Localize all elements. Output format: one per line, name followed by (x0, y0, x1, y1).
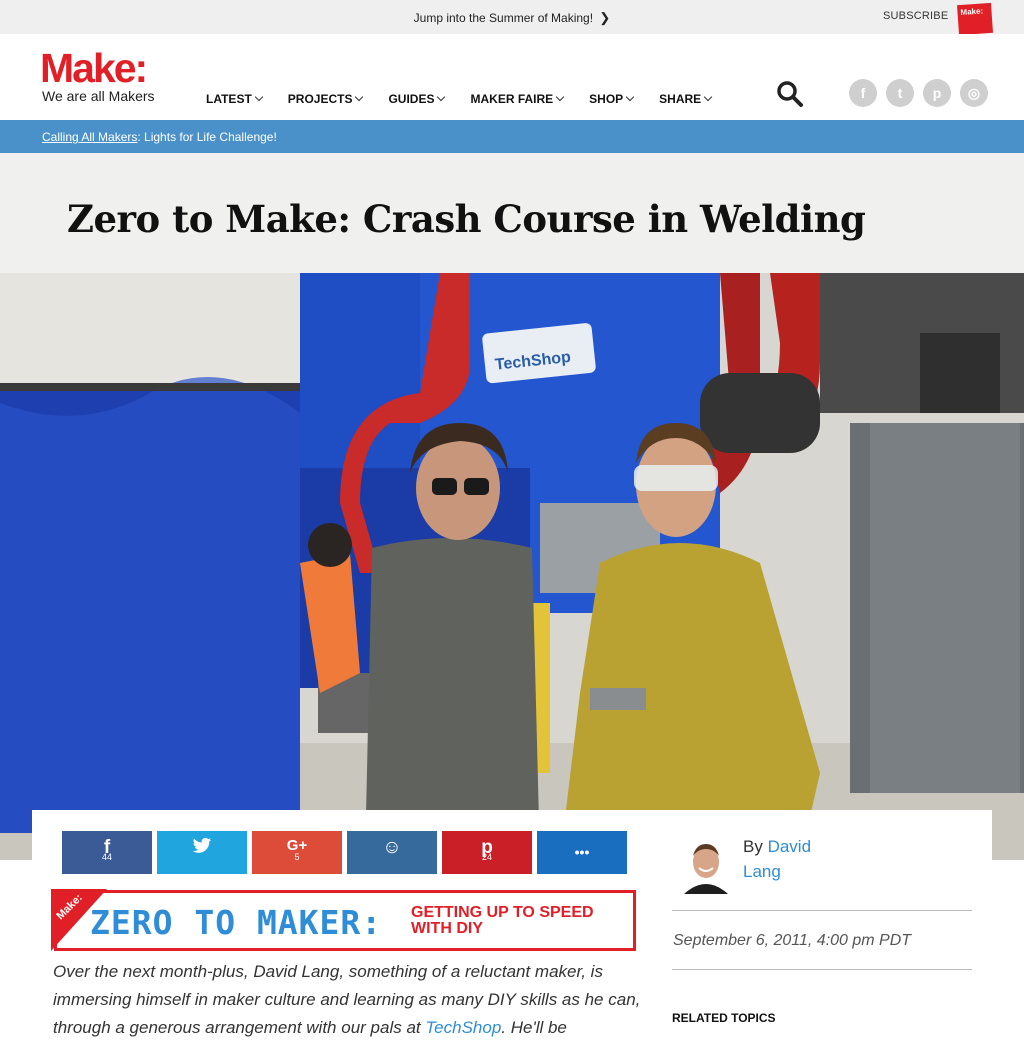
nav-label: MAKER FAIRE (470, 92, 554, 106)
top-promo-bar: Jump into the Summer of Making! ❯ SUBSCR… (0, 0, 1024, 36)
site-header: Make: We are all Makers LATEST PROJECTS … (0, 34, 1024, 120)
by-label: By (743, 837, 763, 856)
twitter-icon (157, 837, 247, 861)
reddit-icon: ☺ (382, 837, 402, 858)
banner-text: Calling All Makers: Lights for Life Chal… (42, 130, 277, 144)
hero-image: TechShop (0, 273, 1024, 860)
article-card: f 44 G+ 5 ☺ p 24 ••• Make: ZERO TO MAKER… (32, 810, 992, 1037)
nav-label: GUIDES (388, 92, 435, 106)
magazine-cover-logo: Make: (960, 6, 984, 17)
nav-shop[interactable]: SHOP (589, 92, 635, 106)
chevron-down-icon (555, 92, 565, 102)
author-byline: By David Lang (743, 834, 843, 884)
site-tagline: We are all Makers (42, 88, 155, 104)
publish-date: September 6, 2011, 4:00 pm PDT (673, 932, 912, 949)
twitter-icon[interactable]: t (886, 79, 914, 107)
share-count: 44 (101, 852, 112, 862)
reddit-share-button[interactable]: ☺ (347, 831, 437, 874)
series-subtitle: GETTING UP TO SPEED WITH DIY (411, 905, 594, 937)
main-nav: LATEST PROJECTS GUIDES MAKER FAIRE SHOP … (206, 92, 737, 106)
series-subtitle-line2: WITH DIY (411, 920, 483, 937)
series-title: ZERO TO MAKER: (90, 903, 383, 942)
more-share-button[interactable]: ••• (537, 831, 627, 874)
summer-promo-link[interactable]: Jump into the Summer of Making! ❯ (0, 10, 1024, 26)
magazine-cover-thumbnail[interactable]: Make: (956, 2, 994, 36)
pinterest-share-button[interactable]: p 24 (442, 831, 532, 874)
more-icon: ••• (574, 844, 590, 860)
instagram-icon[interactable]: ◎ (960, 79, 988, 107)
search-icon[interactable] (776, 80, 804, 108)
title-band: Zero to Make: Crash Course in Welding (0, 153, 1024, 273)
nav-projects[interactable]: PROJECTS (287, 92, 364, 106)
share-count: 24 (481, 852, 492, 862)
facebook-icon[interactable]: f (849, 79, 877, 107)
pinterest-icon[interactable]: p (923, 79, 951, 107)
nav-label: SHOP (589, 92, 624, 106)
facebook-share-button[interactable]: f 44 (62, 831, 152, 874)
corner-logo-text: Make: (54, 891, 85, 923)
chevron-down-icon (437, 92, 446, 102)
nav-share[interactable]: SHARE (659, 92, 713, 106)
nav-latest[interactable]: LATEST (206, 92, 264, 106)
zero-to-maker-series-banner: Make: ZERO TO MAKER: GETTING UP TO SPEED… (51, 889, 636, 951)
chevron-down-icon (625, 92, 635, 102)
series-subtitle-line1: GETTING UP TO SPEED (411, 904, 594, 921)
related-topics-heading: RELATED TOPICS (672, 1011, 776, 1025)
author-avatar[interactable] (676, 834, 736, 894)
chevron-down-icon (703, 92, 713, 102)
nav-label: SHARE (659, 92, 702, 106)
banner-suffix: : Lights for Life Challenge! (137, 130, 277, 144)
share-count: 5 (294, 852, 300, 862)
share-buttons: f 44 G+ 5 ☺ p 24 ••• (62, 831, 632, 874)
nav-label: LATEST (206, 92, 252, 106)
divider (672, 910, 972, 911)
chevron-right-icon: ❯ (599, 10, 611, 25)
subscribe-link[interactable]: SUBSCRIBE (883, 10, 948, 22)
google-plus-share-button[interactable]: G+ 5 (252, 831, 342, 874)
intro-text-end: . He'll be (501, 1018, 567, 1037)
promo-text: Jump into the Summer of Making! (413, 11, 594, 25)
nav-guides[interactable]: GUIDES (388, 92, 446, 106)
chevron-down-icon (254, 92, 264, 102)
challenge-banner: Calling All Makers: Lights for Life Chal… (0, 120, 1024, 153)
nav-maker-faire[interactable]: MAKER FAIRE (470, 92, 565, 106)
twitter-share-button[interactable] (157, 831, 247, 874)
chevron-down-icon (355, 92, 364, 102)
make-logo[interactable]: Make: (40, 46, 148, 90)
social-links: f t p ◎ (849, 79, 997, 107)
divider (672, 969, 972, 970)
calling-all-makers-link[interactable]: Calling All Makers (42, 130, 137, 144)
article-intro: Over the next month-plus, David Lang, so… (53, 958, 653, 1042)
nav-label: PROJECTS (287, 92, 353, 106)
techshop-link[interactable]: TechShop (425, 1018, 501, 1037)
article-title: Zero to Make: Crash Course in Welding (67, 197, 866, 241)
